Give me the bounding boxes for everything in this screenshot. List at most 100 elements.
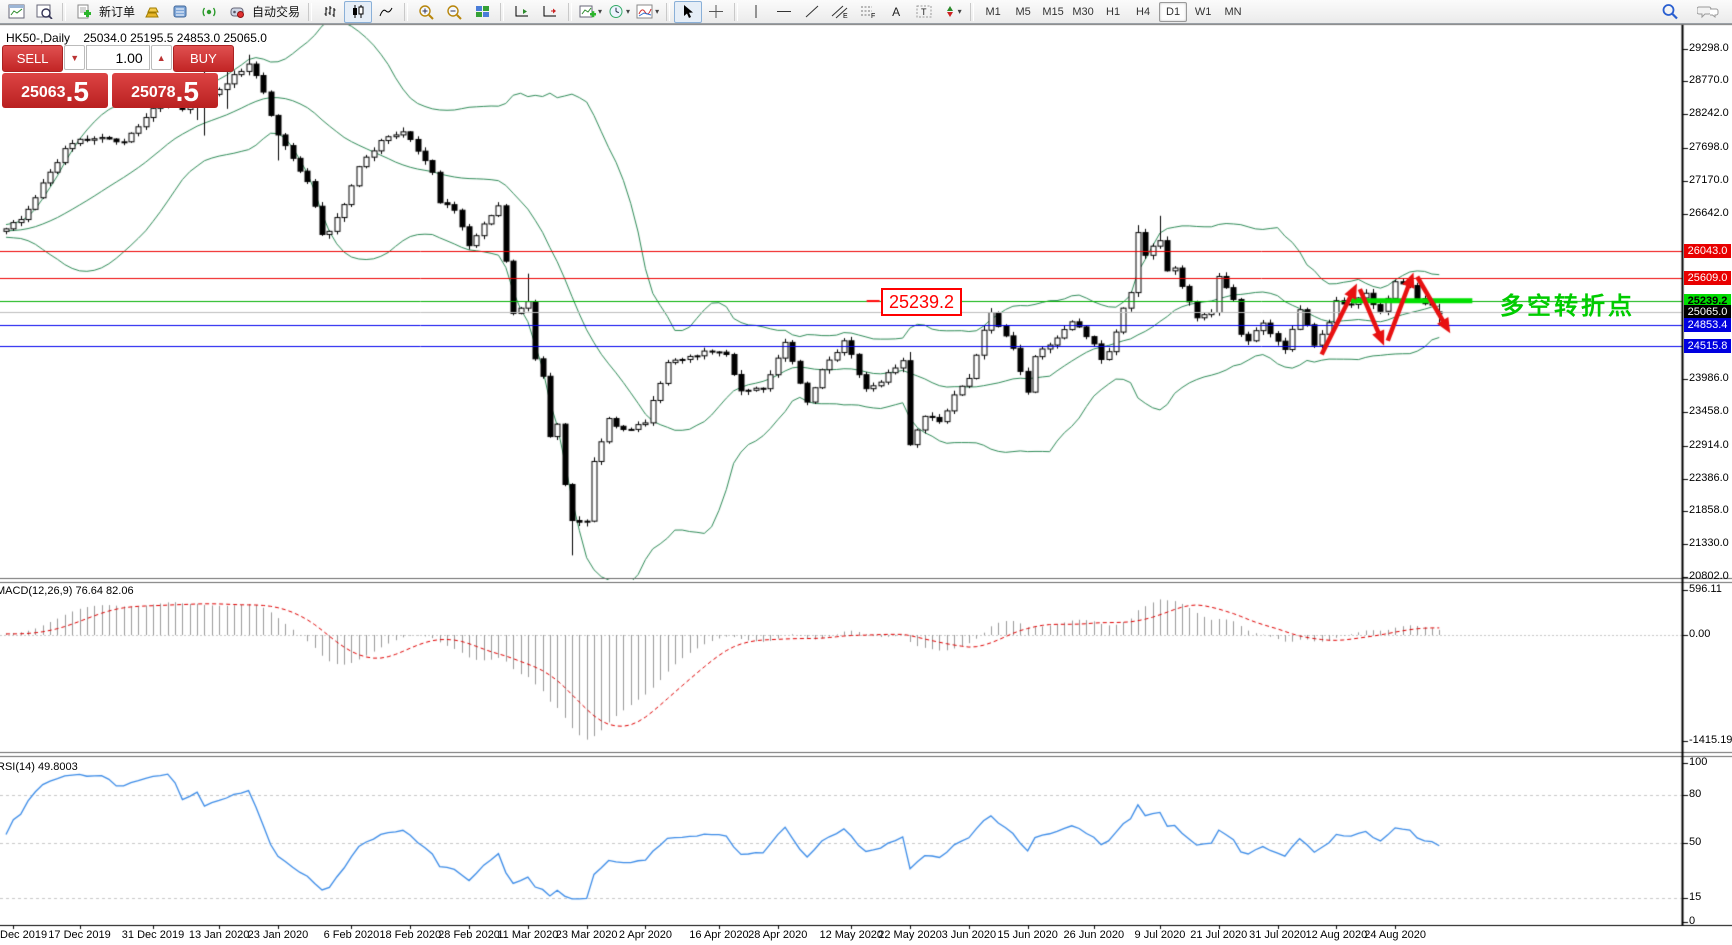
rsi-label: RSI(14) 49.8003: [0, 761, 78, 773]
timeframe-d1[interactable]: D1: [1159, 1, 1188, 22]
data-window-icon[interactable]: [167, 1, 195, 23]
new-order-icon[interactable]: [70, 1, 98, 23]
date-tick-label: 31 Dec 2019: [121, 929, 185, 941]
chart-window-icon[interactable]: [2, 1, 30, 23]
timeframe-h1[interactable]: H1: [1099, 2, 1127, 22]
autotrading-icon[interactable]: [223, 1, 251, 23]
rsi-axis-label: 15: [1689, 891, 1702, 904]
chevron-down-icon: ▾: [655, 7, 660, 16]
date-tick-label: 15 Jun 2020: [997, 929, 1058, 941]
text-tool-icon[interactable]: A: [882, 1, 910, 23]
tile-windows-icon[interactable]: [468, 1, 496, 23]
main-toolbar: 新订单 自动交易 ▾ ▾ ▾ E F A T ▾ M1 M5 M15 M30 H…: [0, 0, 1732, 24]
one-click-trading-panel: SELL ▼ 1.00 ▲ BUY 25063 .5 25078 .5: [2, 45, 234, 108]
line-chart-mode-icon[interactable]: [372, 1, 400, 23]
signal-icon[interactable]: [195, 1, 223, 23]
arrows-tool-icon[interactable]: ▾: [938, 1, 966, 23]
candlestick-mode-icon[interactable]: [344, 0, 373, 23]
volume-decrease-stepper[interactable]: ▼: [64, 45, 86, 70]
price-tick-label: 28242.0: [1689, 107, 1729, 120]
sell-price-main: 25063: [21, 84, 66, 101]
sell-price[interactable]: 25063 .5: [2, 73, 108, 108]
svg-text:T: T: [921, 7, 927, 17]
price-tick-label: 29298.0: [1689, 41, 1729, 54]
new-chart-icon[interactable]: ▾: [576, 1, 605, 23]
chart-title: HK50-,Daily 25034.0 25195.5 24853.0 2506…: [6, 31, 267, 45]
turning-point-annotation[interactable]: 多空转折点: [1500, 286, 1635, 321]
date-tick-label: Dec 2019: [0, 929, 48, 941]
date-tick-label: 21 Jul 2020: [1190, 929, 1248, 941]
bar-chart-mode-icon[interactable]: [316, 1, 344, 23]
chart-ohlc-values: 25034.0 25195.5 24853.0 25065.0: [83, 31, 267, 45]
text-label-tool-icon[interactable]: T: [910, 1, 938, 23]
timeframe-mn[interactable]: MN: [1219, 2, 1247, 22]
period-clock-icon[interactable]: ▾: [605, 1, 633, 23]
date-tick-label: 31 Jul 2020: [1249, 929, 1306, 941]
chevron-down-icon: ▾: [626, 7, 631, 16]
rsi-axis-label: 50: [1689, 835, 1702, 848]
date-tick-label: 24 Aug 2020: [1364, 929, 1427, 941]
crosshair-tool-icon[interactable]: [702, 1, 730, 23]
date-tick-label: 17 Dec 2019: [48, 929, 111, 941]
chart-shift-icon[interactable]: [536, 1, 564, 23]
date-tick-label: 16 Apr 2020: [689, 929, 749, 941]
timeframe-m5[interactable]: M5: [1009, 2, 1037, 22]
macd-axis-label: 596.11: [1689, 583, 1722, 595]
current-price-label: 25065.0: [1684, 304, 1731, 319]
buy-button[interactable]: BUY: [172, 45, 234, 72]
timeframe-bar: M1 M5 M15 M30 H1 H4 D1 W1 MN: [978, 1, 1248, 22]
cursor-tool-icon[interactable]: [674, 0, 703, 23]
date-tick-label: 3 Jun 2020: [941, 929, 997, 941]
date-tick-label: 9 Jul 2020: [1134, 929, 1186, 941]
toolbar-separator: [734, 2, 739, 21]
zoom-out-icon[interactable]: [440, 1, 468, 23]
toolbar-separator: [500, 2, 505, 21]
price-level-callout[interactable]: 25239.2: [881, 288, 962, 316]
vertical-line-tool-icon[interactable]: [742, 1, 770, 23]
price-tick-label: 26642.0: [1689, 206, 1729, 219]
price-tick-label: 22386.0: [1689, 471, 1729, 484]
strategy-tester-icon[interactable]: [30, 1, 58, 23]
volume-increase-stepper[interactable]: ▲: [150, 45, 172, 70]
date-tick-label: 22 May 2020: [878, 929, 942, 941]
chart-canvas[interactable]: [0, 0, 1732, 945]
date-tick-label: 11 Mar 2020: [497, 929, 559, 941]
price-tick-label: 27698.0: [1689, 141, 1729, 154]
level-price-label: 24853.4: [1684, 318, 1731, 333]
timeframe-h4[interactable]: H4: [1129, 2, 1157, 22]
chevron-down-icon: ▾: [957, 7, 962, 16]
timeframe-w1[interactable]: W1: [1189, 2, 1217, 22]
price-tick-label: 21858.0: [1689, 504, 1729, 517]
toolbar-separator: [970, 2, 975, 21]
svg-text:E: E: [843, 13, 848, 19]
search-icon[interactable]: [1656, 1, 1684, 23]
price-tick-label: 28770.0: [1689, 74, 1729, 87]
buy-price[interactable]: 25078 .5: [112, 73, 218, 108]
fibonacci-tool-icon[interactable]: F: [854, 1, 882, 23]
sell-button[interactable]: SELL: [2, 45, 64, 72]
timeframe-m30[interactable]: M30: [1069, 2, 1097, 22]
auto-scroll-icon[interactable]: [508, 1, 536, 23]
timeframe-m1[interactable]: M1: [979, 2, 1007, 22]
equidistant-channel-tool-icon[interactable]: E: [826, 1, 854, 23]
market-watch-icon[interactable]: [139, 1, 167, 23]
level-price-label: 25609.0: [1684, 271, 1731, 286]
toolbar-separator: [666, 2, 671, 21]
date-tick-label: 18 Feb 2020: [379, 929, 442, 941]
volume-input[interactable]: 1.00: [86, 45, 150, 70]
timeframe-m15[interactable]: M15: [1039, 2, 1067, 22]
horizontal-line-tool-icon[interactable]: [770, 1, 798, 23]
price-tick-label: 20802.0: [1689, 570, 1729, 582]
date-tick-label: 23 Mar 2020: [555, 929, 618, 941]
toolbar-separator: [404, 2, 409, 21]
price-tick-label: 23986.0: [1689, 371, 1729, 384]
chat-icon[interactable]: [1694, 1, 1722, 23]
date-tick-label: 6 Feb 2020: [323, 929, 380, 941]
trendline-tool-icon[interactable]: [798, 1, 826, 23]
macd-axis-label: 0.00: [1689, 628, 1711, 640]
indicators-icon[interactable]: ▾: [633, 1, 662, 23]
price-tick-label: 22914.0: [1689, 438, 1729, 451]
autotrading-label[interactable]: 自动交易: [252, 3, 300, 20]
zoom-in-icon[interactable]: [412, 1, 440, 23]
new-order-label[interactable]: 新订单: [99, 3, 135, 20]
